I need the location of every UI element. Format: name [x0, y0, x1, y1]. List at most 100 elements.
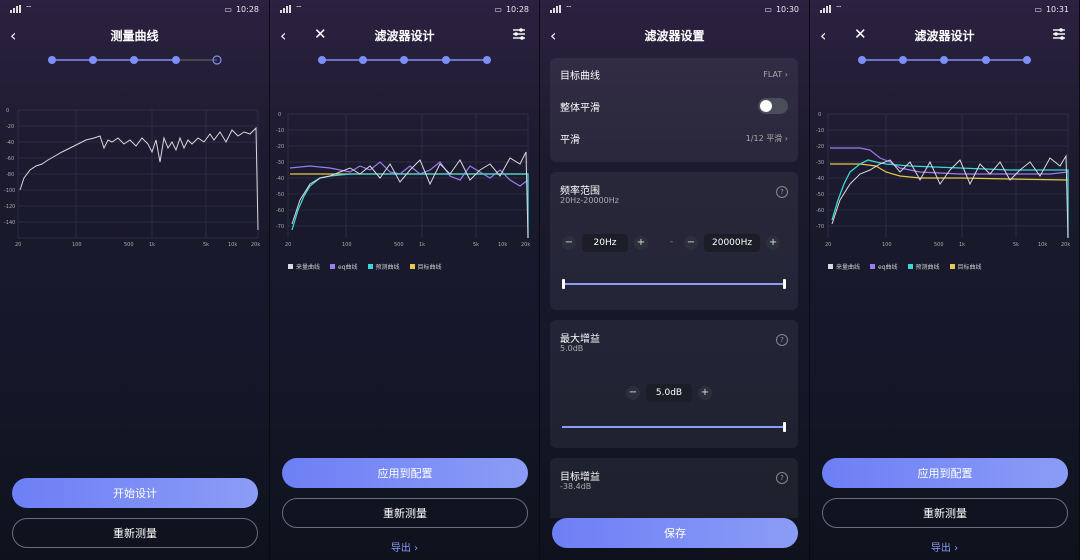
wifi-icon: ⌔: [25, 4, 33, 13]
back-icon[interactable]: ‹: [550, 26, 556, 45]
x-tick: 10k: [498, 242, 507, 248]
legend-item: 目标曲线: [949, 262, 982, 271]
filter-chart: 0 -10 -20 -30 -40 -50 -60 -70 20 100 500…: [816, 112, 1070, 248]
y-tick: -10: [816, 128, 824, 134]
export-link[interactable]: 导出 ›: [810, 539, 1079, 554]
max-gain-value[interactable]: 5.0dB: [646, 384, 692, 402]
plus-button[interactable]: +: [698, 386, 712, 400]
page-title: 测量曲线: [110, 28, 159, 43]
x-tick: 20k: [521, 242, 530, 248]
y-tick: -10: [276, 128, 284, 134]
remeasure-button[interactable]: 重新测量: [822, 498, 1068, 528]
minus-button[interactable]: −: [684, 236, 698, 250]
y-tick: -70: [816, 224, 824, 230]
signal-icon: [10, 5, 22, 13]
step-indicator: [318, 56, 491, 64]
max-gain-card: 最大增益 5.0dB ? − 5.0dB +: [550, 320, 798, 448]
apply-config-button[interactable]: 应用到配置: [282, 458, 528, 488]
freq-high-value[interactable]: 20000Hz: [704, 234, 761, 252]
freq-low-value[interactable]: 20Hz: [582, 234, 628, 252]
predicted-curve: [831, 159, 1069, 238]
y-tick: 0: [6, 108, 9, 114]
y-tick: -20: [276, 144, 284, 150]
plus-button[interactable]: +: [766, 236, 781, 250]
battery-icon: ▭: [764, 4, 772, 14]
close-icon[interactable]: ✕: [314, 25, 327, 43]
back-icon[interactable]: ‹: [820, 26, 826, 45]
screen-filter-design-2: ⌔ ▭ 10:31 ‹ ✕ 滤波器设计 0 -10 -20 -30 -40 -5…: [810, 0, 1080, 560]
target-curve-row[interactable]: 目标曲线 FLAT ›: [550, 58, 798, 90]
step-dot: [89, 56, 97, 64]
battery-icon: ▭: [1034, 4, 1042, 14]
help-icon[interactable]: ?: [776, 334, 788, 346]
screen-measure: ⌔ ▭ 10:28 ‹ 测量曲线 0 -20 -40 -60 -80 -100 …: [0, 0, 270, 560]
page-title: 滤波器设计: [914, 28, 975, 43]
y-tick: 0: [278, 112, 281, 118]
measure-chart: 0 -20 -40 -60 -80 -100 -120 -140 20 100 …: [4, 108, 260, 248]
settings-sliders-icon[interactable]: [511, 26, 527, 42]
help-icon[interactable]: ?: [776, 186, 788, 198]
export-link[interactable]: 导出 ›: [270, 539, 539, 554]
freq-range-label: 频率范围: [560, 186, 600, 197]
minus-button[interactable]: −: [562, 236, 576, 250]
y-tick: -100: [4, 188, 15, 194]
x-tick: 20: [285, 242, 291, 248]
battery-icon: ▭: [224, 4, 232, 14]
time: 10:28: [505, 4, 529, 14]
plus-button[interactable]: +: [634, 236, 648, 250]
y-tick: -50: [276, 192, 284, 198]
x-tick: 5k: [203, 242, 209, 248]
x-tick: 10k: [1038, 242, 1047, 248]
step-indicator: [858, 56, 1031, 64]
x-tick: 100: [342, 242, 352, 248]
x-tick: 1k: [959, 242, 965, 248]
x-tick: 20k: [1061, 242, 1070, 248]
curve-settings-card: 目标曲线 FLAT › 整体平滑 平滑 1/12 平滑 ›: [550, 58, 798, 162]
wifi-icon: ⌔: [565, 4, 573, 13]
close-icon[interactable]: ✕: [854, 25, 867, 43]
step-indicator: [48, 55, 222, 65]
overall-smooth-toggle[interactable]: [758, 98, 788, 114]
freq-range-card: 频率范围 20Hz-20000Hz ? − 20Hz + - − 20000Hz…: [550, 172, 798, 310]
help-icon[interactable]: ?: [776, 472, 788, 484]
save-button[interactable]: 保存: [552, 518, 798, 548]
time: 10:31: [1045, 4, 1069, 14]
signal-icon: [280, 5, 292, 13]
max-gain-slider[interactable]: [562, 422, 786, 432]
y-tick: -80: [6, 172, 14, 178]
target-gain-label: 目标增益: [560, 472, 600, 483]
remeasure-button[interactable]: 重新测量: [12, 518, 258, 548]
measured-curve: [19, 126, 259, 231]
apply-config-button[interactable]: 应用到配置: [822, 458, 1068, 488]
status-bar: ⌔ ▭ 10:30: [540, 0, 809, 18]
y-tick: -40: [816, 176, 824, 182]
freq-range-slider[interactable]: [562, 279, 786, 289]
remeasure-button[interactable]: 重新测量: [282, 498, 528, 528]
settings-sliders-icon[interactable]: [1051, 26, 1067, 42]
chart-legend: 来量曲线 eq曲线 预测曲线 目标曲线: [288, 262, 442, 271]
x-tick: 100: [72, 242, 82, 248]
y-tick: -50: [816, 192, 824, 198]
legend-item: 来量曲线: [288, 262, 320, 271]
page-title: 滤波器设计: [374, 28, 435, 43]
start-design-button[interactable]: 开始设计: [12, 478, 258, 508]
x-tick: 5k: [1013, 242, 1019, 248]
x-tick: 100: [882, 242, 892, 248]
legend-item: 来量曲线: [828, 262, 860, 271]
overall-smooth-row: 整体平滑: [550, 90, 798, 122]
time: 10:30: [775, 4, 799, 14]
y-tick: -60: [816, 208, 824, 214]
minus-button[interactable]: −: [626, 386, 640, 400]
back-icon[interactable]: ‹: [280, 26, 286, 45]
y-tick: -40: [6, 140, 14, 146]
y-tick: -20: [816, 144, 824, 150]
smooth-row[interactable]: 平滑 1/12 平滑 ›: [550, 122, 798, 154]
signal-icon: [820, 5, 832, 13]
screen-filter-design: ⌔ ▭ 10:28 ‹ ✕ 滤波器设计 0 -10 -20 -30 -40 -5…: [270, 0, 540, 560]
status-bar: ⌔ ▭ 10:28: [270, 0, 539, 18]
y-tick: -60: [6, 156, 14, 162]
x-tick: 20k: [251, 242, 260, 248]
slider-handle: [783, 279, 786, 289]
x-tick: 500: [394, 242, 404, 248]
back-icon[interactable]: ‹: [10, 26, 16, 45]
